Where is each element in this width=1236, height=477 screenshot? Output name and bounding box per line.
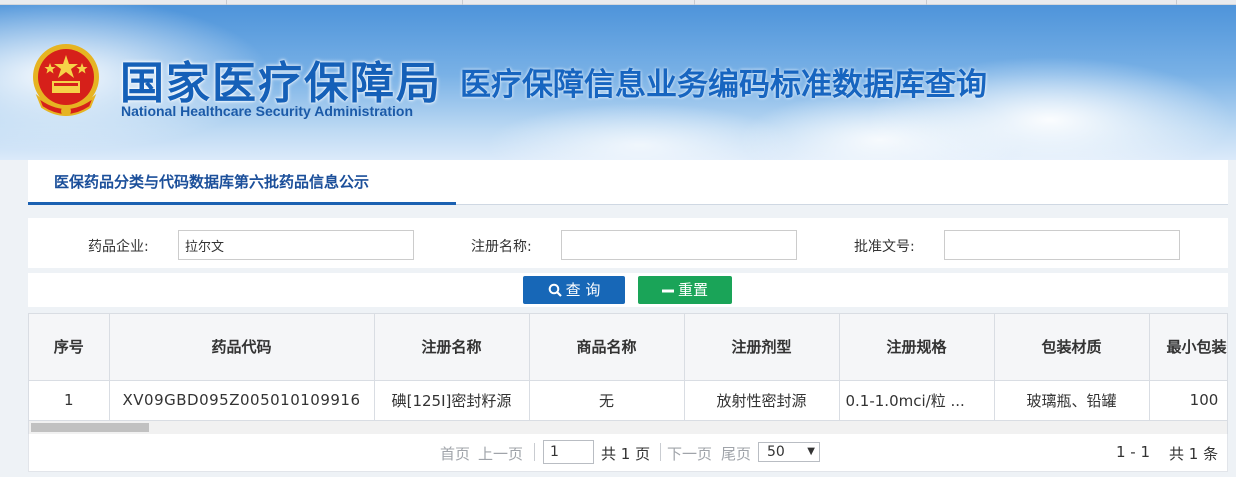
column-header-index[interactable]: 序号 <box>29 314 110 381</box>
cell-min-package-qty: 100 <box>1149 380 1227 421</box>
pager-divider <box>660 443 661 461</box>
prev-page-link[interactable]: 上一页 <box>478 443 523 464</box>
page-size-select[interactable]: 50 ▼ <box>758 442 820 462</box>
query-button-label: 查 询 <box>565 281 601 299</box>
column-header-drug-code[interactable]: 药品代码 <box>109 314 375 381</box>
cell-trade-name: 无 <box>529 380 685 421</box>
tab-sixth-batch-drug-info[interactable]: 医保药品分类与代码数据库第六批药品信息公示 <box>28 160 456 205</box>
approval-number-label: 批准文号: <box>854 239 915 255</box>
last-page-link[interactable]: 尾页 <box>721 443 751 464</box>
cell-dosage-form: 放射性密封源 <box>684 380 840 421</box>
query-button[interactable]: 查 询 <box>523 276 625 304</box>
approval-number-input[interactable] <box>944 230 1180 260</box>
total-records-text: 共 1 条 <box>1169 445 1219 463</box>
minus-icon <box>661 289 674 293</box>
header-banner: 国家医疗保障局 National Healthcare Security Adm… <box>0 5 1236 160</box>
reset-button-label: 重置 <box>677 281 708 299</box>
registration-name-input[interactable] <box>561 230 797 260</box>
cell-drug-code: XV09GBD095Z005010109916 <box>109 380 375 421</box>
total-pages-text: 共 1 页 <box>601 445 651 463</box>
cell-packaging-material: 玻璃瓶、铅罐 <box>994 380 1150 421</box>
record-range-text: 1 - 1 <box>1116 443 1151 461</box>
column-header-min-package-qty[interactable]: 最小包装数 <box>1149 314 1227 381</box>
results-table: 序号 药品代码 注册名称 商品名称 注册剂型 注册规格 包装材质 最小包装数 1… <box>28 313 1228 423</box>
search-icon <box>548 283 562 297</box>
agency-title: 国家医疗保障局 <box>120 58 442 109</box>
pagination-bar: 首页 上一页 共 1 页 下一页 尾页 50 ▼ 1 - 1 共 1 条 <box>28 434 1228 472</box>
first-page-link[interactable]: 首页 <box>440 443 470 464</box>
pager-divider <box>534 443 535 461</box>
cell-registration-name: 碘[125I]密封籽源 <box>374 380 530 421</box>
table-row[interactable]: 1 XV09GBD095Z005010109916 碘[125I]密封籽源 无 … <box>29 380 1227 421</box>
horizontal-scrollbar[interactable] <box>28 421 1228 434</box>
agency-title-english: National Healthcare Security Administrat… <box>121 103 413 119</box>
column-header-packaging-material[interactable]: 包装材质 <box>994 314 1150 381</box>
registration-name-label: 注册名称: <box>471 239 532 255</box>
search-filter-bar: 药品企业: 注册名称: 批准文号: <box>28 218 1228 268</box>
column-header-registration-name[interactable]: 注册名称 <box>374 314 530 381</box>
scrollbar-thumb[interactable] <box>31 423 149 432</box>
action-bar: 查 询 重置 <box>28 273 1228 307</box>
reset-button[interactable]: 重置 <box>638 276 732 304</box>
page-number-input[interactable] <box>543 440 594 464</box>
column-header-trade-name[interactable]: 商品名称 <box>529 314 685 381</box>
next-page-link[interactable]: 下一页 <box>667 443 712 464</box>
system-subtitle: 医疗保障信息业务编码标准数据库查询 <box>460 67 987 103</box>
cell-specification: 0.1-1.0mci/粒 ... <box>839 380 995 421</box>
national-emblem-icon <box>33 44 99 116</box>
column-header-dosage-form[interactable]: 注册剂型 <box>684 314 840 381</box>
column-header-specification[interactable]: 注册规格 <box>839 314 995 381</box>
company-input[interactable] <box>178 230 414 260</box>
panel-header: 医保药品分类与代码数据库第六批药品信息公示 <box>28 160 1228 205</box>
chevron-down-icon: ▼ <box>807 446 815 457</box>
table-header-row: 序号 药品代码 注册名称 商品名称 注册剂型 注册规格 包装材质 最小包装数 <box>29 314 1227 381</box>
company-label: 药品企业: <box>88 239 149 255</box>
cell-index: 1 <box>29 380 110 421</box>
page-size-value: 50 <box>767 444 785 460</box>
